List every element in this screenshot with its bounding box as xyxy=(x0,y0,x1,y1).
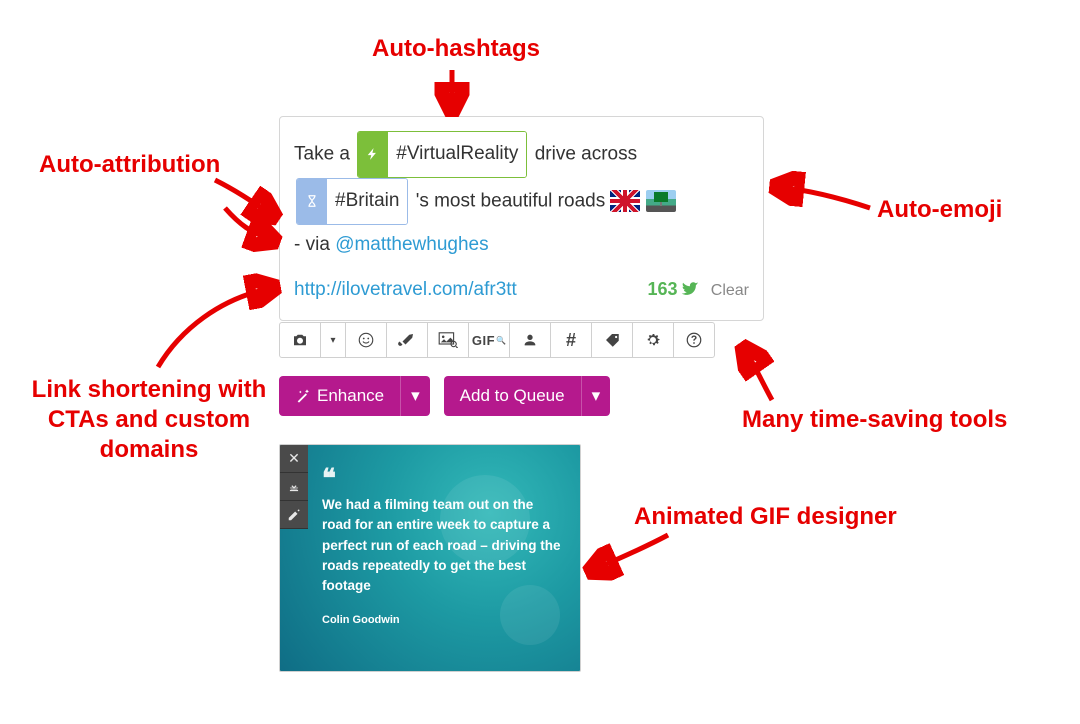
help-icon[interactable] xyxy=(673,322,715,358)
download-icon[interactable] xyxy=(280,473,308,501)
compose-toolbar: ▾ GIF🔍 # xyxy=(279,322,715,358)
annotation-auto-emoji: Auto-emoji xyxy=(877,195,1002,225)
camera-icon[interactable] xyxy=(279,322,321,358)
hashtag-icon[interactable]: # xyxy=(550,322,592,358)
queue-label: Add to Queue xyxy=(460,386,565,406)
image-search-icon[interactable] xyxy=(427,322,469,358)
twitter-icon xyxy=(681,280,699,298)
hashtag-tag-virtualreality[interactable]: #VirtualReality xyxy=(357,131,527,178)
edit-icon[interactable] xyxy=(280,501,308,529)
compose-text: drive across xyxy=(535,143,637,164)
enhance-button[interactable]: Enhance xyxy=(279,376,400,416)
gif-quote: ❝ We had a filming team out on the road … xyxy=(322,473,562,626)
gif-preview-card[interactable]: ✕ ❝ We had a filming team out on the roa… xyxy=(279,444,581,672)
enhance-dropdown[interactable]: ▾ xyxy=(400,376,430,416)
compose-text: 's most beautiful roads xyxy=(416,190,611,211)
mention-link[interactable]: @matthewhughes xyxy=(335,234,488,255)
annotation-gif-designer: Animated GIF designer xyxy=(634,502,897,532)
close-icon[interactable]: ✕ xyxy=(280,445,308,473)
queue-button-group: Add to Queue ▾ xyxy=(444,376,610,416)
wand-icon xyxy=(295,388,311,404)
annotation-link-shortening: Link shortening with CTAs and custom dom… xyxy=(31,375,267,465)
uk-flag-emoji xyxy=(610,190,640,212)
gif-quote-text: We had a filming team out on the road fo… xyxy=(322,495,562,596)
annotation-auto-hashtags: Auto-hashtags xyxy=(372,34,540,64)
hashtag-label: #VirtualReality xyxy=(388,132,526,177)
compose-text: Take a xyxy=(294,143,355,164)
via-prefix: - via xyxy=(294,234,335,255)
gif-side-buttons: ✕ xyxy=(280,445,308,529)
action-buttons: Enhance ▾ Add to Queue ▾ xyxy=(279,376,610,416)
char-counter: 163 xyxy=(647,270,699,309)
clear-button[interactable]: Clear xyxy=(711,282,749,299)
person-icon[interactable] xyxy=(509,322,551,358)
motorway-emoji xyxy=(646,190,676,212)
camera-dropdown-icon[interactable]: ▾ xyxy=(320,322,346,358)
gif-quote-author: Colin Goodwin xyxy=(322,614,562,626)
brush-icon[interactable] xyxy=(386,322,428,358)
enhance-label: Enhance xyxy=(317,386,384,406)
gear-icon[interactable] xyxy=(632,322,674,358)
char-count-value: 163 xyxy=(647,270,677,309)
hourglass-icon xyxy=(297,179,327,224)
tag-icon[interactable] xyxy=(591,322,633,358)
gif-icon[interactable]: GIF🔍 xyxy=(468,322,510,358)
annotation-many-tools: Many time-saving tools xyxy=(742,405,1007,435)
annotation-auto-attribution: Auto-attribution xyxy=(39,150,220,180)
emoji-icon[interactable] xyxy=(345,322,387,358)
shortened-url[interactable]: http://ilovetravel.com/afr3tt xyxy=(294,270,517,311)
add-to-queue-button[interactable]: Add to Queue xyxy=(444,376,581,416)
hashtag-tag-britain[interactable]: #Britain xyxy=(296,178,408,225)
bolt-icon xyxy=(358,132,388,177)
enhance-button-group: Enhance ▾ xyxy=(279,376,430,416)
quote-mark-icon: ❝ xyxy=(322,463,336,493)
compose-box[interactable]: Take a #VirtualReality drive across #Bri… xyxy=(279,116,764,321)
queue-dropdown[interactable]: ▾ xyxy=(581,376,611,416)
hashtag-label: #Britain xyxy=(327,179,407,224)
